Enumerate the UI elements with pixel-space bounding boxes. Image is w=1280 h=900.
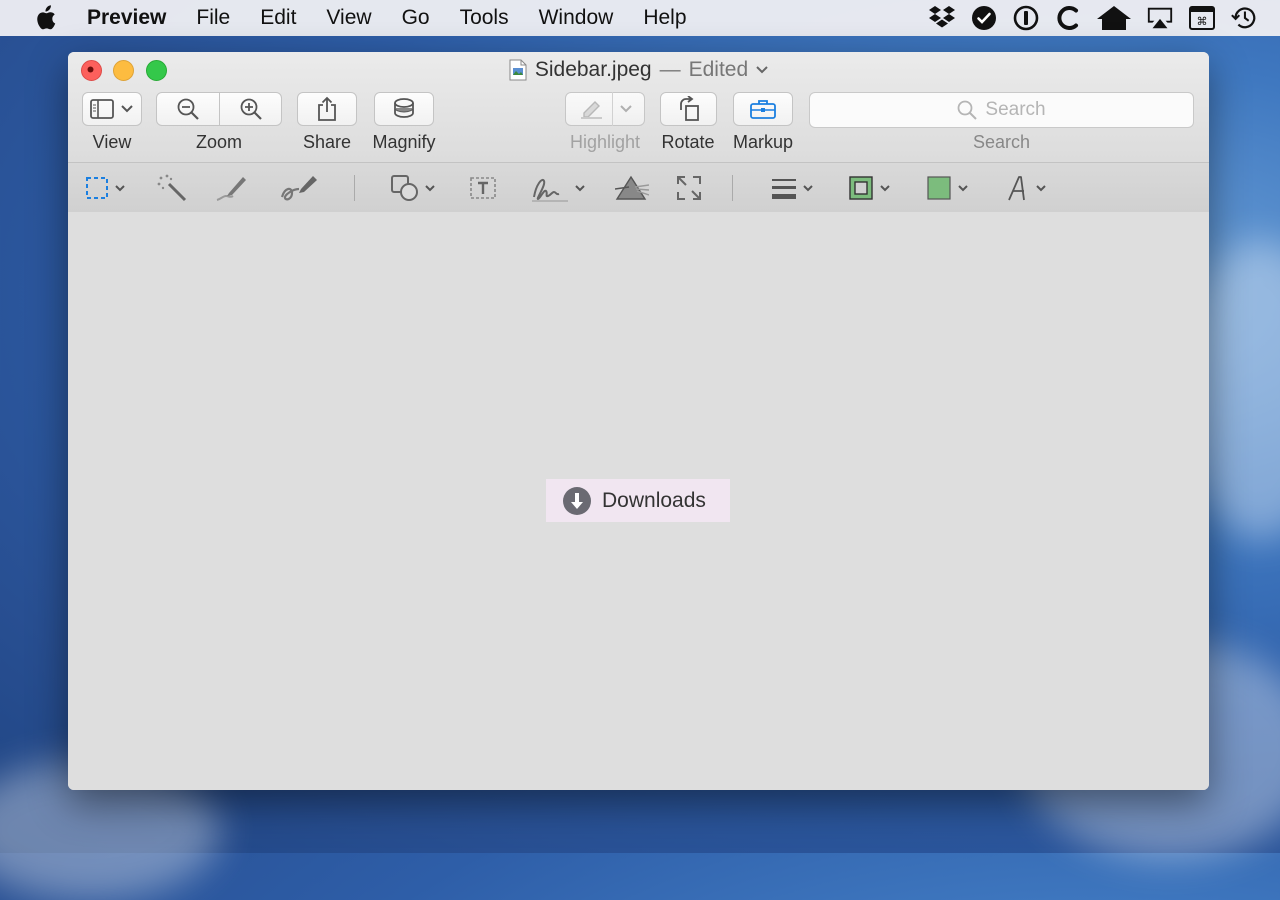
chevron-down-icon xyxy=(803,185,813,192)
chevron-down-icon xyxy=(756,66,768,74)
rectangular-selection-icon xyxy=(86,177,108,199)
share-icon xyxy=(318,96,336,121)
fill-color-tool[interactable] xyxy=(925,173,969,203)
search-input[interactable]: Search xyxy=(809,92,1194,128)
shapes-tool[interactable] xyxy=(390,173,436,203)
window-title[interactable]: Sidebar.jpeg — Edited xyxy=(68,58,1209,82)
share-label: Share xyxy=(302,132,352,152)
border-color-icon xyxy=(849,176,873,200)
chevron-down-icon xyxy=(958,185,968,192)
border-color-tool[interactable] xyxy=(847,173,891,203)
pen-sketch-icon xyxy=(216,177,246,201)
svg-text:⌘: ⌘ xyxy=(1197,15,1208,28)
share-button[interactable] xyxy=(297,92,357,126)
fill-color-icon xyxy=(927,176,951,200)
zoom-out-button[interactable] xyxy=(156,92,220,126)
adjust-size-tool[interactable] xyxy=(675,173,703,203)
font-style-icon xyxy=(1008,176,1025,201)
search-placeholder: Search xyxy=(985,99,1046,120)
download-icon xyxy=(563,486,591,515)
chevron-down-icon xyxy=(880,185,890,192)
menu-edit[interactable]: Edit xyxy=(260,6,296,30)
chevron-down-icon xyxy=(575,185,585,192)
line-weight-icon xyxy=(772,179,796,199)
document-icon xyxy=(509,59,527,81)
status-area: ⌘ xyxy=(928,0,1280,36)
magic-wand-icon xyxy=(157,174,187,202)
menu-window[interactable]: Window xyxy=(539,6,614,30)
loupe-icon xyxy=(394,98,414,118)
chevron-down-icon xyxy=(115,185,125,192)
home-icon[interactable] xyxy=(1096,4,1132,32)
toolbar-divider xyxy=(354,175,355,201)
zoom-in-button[interactable] xyxy=(219,92,282,126)
chevron-down-icon xyxy=(619,105,632,113)
toolbar-divider xyxy=(732,175,733,201)
title-filename: Sidebar.jpeg xyxy=(534,58,652,81)
onepassword-icon[interactable] xyxy=(1012,4,1040,32)
instant-alpha-tool[interactable] xyxy=(157,173,189,203)
shape-style-tool[interactable] xyxy=(770,173,814,203)
search-label: Search xyxy=(972,132,1031,152)
menu-app-name[interactable]: Preview xyxy=(87,6,166,30)
zoom-out-icon xyxy=(177,98,199,120)
markup-label: Markup xyxy=(732,132,794,152)
selection-tool[interactable] xyxy=(84,173,126,203)
document-canvas[interactable]: Downloads xyxy=(68,212,1209,790)
markup-button[interactable] xyxy=(733,92,793,126)
adjust-color-tool[interactable] xyxy=(615,173,649,203)
title-status: Edited xyxy=(688,58,749,81)
signature-icon xyxy=(532,179,568,202)
keyboard-viewer-icon[interactable]: ⌘ xyxy=(1188,4,1216,32)
markup-toolbar xyxy=(68,162,1209,213)
highlight-label: Highlight xyxy=(569,132,641,152)
menu-bar: Preview File Edit View Go Tools Window H… xyxy=(0,0,1280,36)
sign-tool[interactable] xyxy=(530,173,586,203)
checkmark-circle-icon[interactable] xyxy=(970,4,998,32)
shapes-icon xyxy=(391,175,418,201)
highlight-button[interactable] xyxy=(565,92,645,126)
resize-icon xyxy=(677,176,701,200)
airplay-icon[interactable] xyxy=(1146,4,1174,32)
sidebar-icon xyxy=(90,99,114,119)
view-button[interactable] xyxy=(82,92,142,126)
title-separator: — xyxy=(659,58,681,81)
toolbox-icon xyxy=(750,100,776,119)
text-tool[interactable] xyxy=(469,173,497,203)
chevron-down-icon xyxy=(425,185,435,192)
rotate-button[interactable] xyxy=(660,92,717,126)
rotate-left-icon xyxy=(679,96,699,121)
window-titlebar: Sidebar.jpeg — Edited View Zoom Share Ma… xyxy=(68,52,1209,213)
zoom-label: Zoom xyxy=(195,132,242,152)
zoom-in-icon xyxy=(240,98,262,120)
magnify-button[interactable] xyxy=(374,92,434,126)
menu-go[interactable]: Go xyxy=(402,6,430,30)
apple-menu-icon[interactable] xyxy=(34,5,58,31)
downloads-label: Downloads xyxy=(602,488,706,512)
view-label: View xyxy=(92,132,132,152)
sidebar-item-downloads[interactable]: Downloads xyxy=(546,479,730,522)
search-icon xyxy=(957,100,978,120)
dropbox-icon[interactable] xyxy=(928,4,956,32)
preview-window: Sidebar.jpeg — Edited View Zoom Share Ma… xyxy=(68,52,1209,790)
time-machine-icon[interactable] xyxy=(1230,4,1258,32)
draw-tool[interactable] xyxy=(279,173,319,203)
sketch-tool[interactable] xyxy=(215,173,249,203)
menu-tools[interactable]: Tools xyxy=(460,6,509,30)
menu-view[interactable]: View xyxy=(326,6,371,30)
c-app-icon[interactable] xyxy=(1054,4,1082,32)
pen-draw-icon xyxy=(280,176,317,201)
text-box-icon xyxy=(470,177,496,199)
prism-icon xyxy=(615,175,649,200)
rotate-label: Rotate xyxy=(661,132,715,152)
menu-file[interactable]: File xyxy=(196,6,230,30)
highlighter-icon xyxy=(580,101,602,119)
chevron-down-icon xyxy=(1036,185,1046,192)
menu-help[interactable]: Help xyxy=(643,6,686,30)
chevron-down-icon xyxy=(121,105,133,113)
magnify-label: Magnify xyxy=(372,132,436,152)
text-style-tool[interactable] xyxy=(1005,173,1047,203)
